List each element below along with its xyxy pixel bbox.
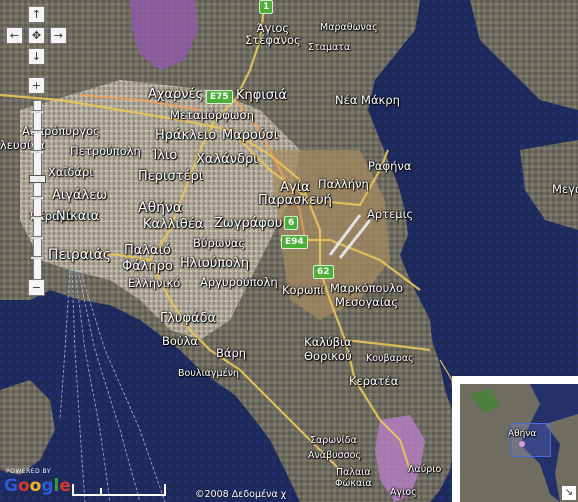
- label-marousi: Μαρούσι: [222, 128, 279, 143]
- label-pireas: Πειραιάς: [48, 247, 112, 263]
- label-rafina: Ραφήνα: [368, 159, 412, 173]
- label-metamorfosi: Μεταμόρφωση: [170, 108, 255, 122]
- label-kalyvia: Καλύβια Θορικού: [304, 335, 352, 364]
- scale-bar: [72, 484, 166, 496]
- google-logo[interactable]: Google: [4, 476, 71, 496]
- pan-right-button[interactable]: →: [50, 27, 67, 44]
- copyright-text: ©2008 Δεδομένα χ: [195, 489, 287, 500]
- scale-bar-tick: [100, 488, 102, 496]
- label-zografou: Ζωγράφου: [214, 216, 283, 231]
- overview-toggle-button[interactable]: ↘: [562, 486, 576, 500]
- label-saronida: Σαρωνίδα: [310, 435, 357, 446]
- label-palaia-fokaia: Παλαια Φώκαια: [335, 467, 372, 490]
- road-shield-e75: E75: [206, 90, 233, 104]
- label-vouliagmeni: Βουλιαγμένη: [178, 368, 240, 379]
- label-keratea: Κερατέα: [349, 374, 399, 388]
- label-ilio: Ίλιο: [152, 148, 178, 163]
- label-nikaia: Νίκαια: [56, 209, 100, 224]
- label-marathonas: Μαραθωνας: [320, 22, 378, 33]
- zoom-tick: [31, 256, 43, 259]
- label-athina: Αθήνα: [138, 200, 183, 216]
- zoom-slider-track[interactable]: [33, 100, 42, 280]
- overview-map-view[interactable]: Αθήνα: [460, 384, 578, 502]
- label-pallini: Παλλήνη: [318, 177, 369, 191]
- overview-label-athina: Αθήνα: [508, 429, 537, 439]
- label-peristeri: Περιστέρι: [138, 169, 204, 184]
- zoom-slider-thumb[interactable]: [29, 175, 46, 183]
- label-kifisia: Κηφισιά: [236, 88, 287, 103]
- pan-center-button[interactable]: ✥: [28, 27, 45, 44]
- road-shield-e94: E94: [281, 235, 308, 249]
- label-petroupoli: Πετρούπολη: [70, 144, 141, 158]
- zoom-in-button[interactable]: +: [28, 77, 45, 94]
- label-paleo-faliro: Παλαιό Φάληρο: [122, 243, 173, 275]
- label-nea-makri: Νέα Μάκρη: [335, 93, 400, 107]
- label-agios: Αγιος: [390, 487, 417, 498]
- map-view[interactable]: Άγιος Στέφανος Σταματα Μαραθωνας Αχαρνές…: [0, 0, 578, 502]
- pan-up-button[interactable]: ↑: [28, 6, 45, 23]
- label-aigaleo: Αιγάλεω: [52, 188, 108, 203]
- label-chalandri: Χαλάνδρι: [196, 152, 258, 167]
- label-vari: Βάρη: [216, 346, 247, 360]
- zoom-tick: [31, 150, 43, 153]
- overview-map[interactable]: Αθήνα: [452, 376, 578, 502]
- label-ilioupoli: Ηλιούπολη: [180, 256, 250, 271]
- label-voula: Βούλα: [162, 334, 198, 348]
- powered-by-text: POWERED BY: [6, 468, 52, 475]
- zoom-out-button[interactable]: −: [28, 279, 45, 296]
- label-artemis: Αρτεμις: [367, 207, 414, 221]
- pan-left-button[interactable]: ←: [6, 27, 23, 44]
- label-koropi: Κορωπί: [282, 283, 325, 297]
- road-shield-6: 6: [284, 216, 299, 230]
- label-anavyssos: Ανάβυσσος: [308, 450, 362, 461]
- pan-down-button[interactable]: ↓: [28, 48, 45, 65]
- zoom-tick: [31, 130, 43, 133]
- label-argyroupoli: Αργυρούπολη: [200, 275, 278, 289]
- label-stamata: Σταματα: [308, 42, 351, 53]
- label-kouvaras: Κουβαρας: [366, 353, 414, 364]
- zoom-tick: [31, 110, 43, 113]
- zoom-tick: [31, 216, 43, 219]
- label-elliniko: Ελληνικό: [128, 276, 181, 290]
- label-kallithea: Καλλιθέα: [143, 217, 204, 232]
- label-agios-stefanos: Άγιος Στέφανος: [245, 21, 301, 47]
- label-acharnes: Αχαρνές: [148, 87, 204, 102]
- label-irakleio: Ηράκλειο: [155, 128, 217, 143]
- label-lavrio: Λαύριο: [408, 464, 442, 475]
- road-shield-62: 62: [313, 265, 334, 279]
- zoom-tick: [31, 236, 43, 239]
- label-markopoulo: Μαρκόπουλο Μεσογαίας: [330, 281, 404, 310]
- label-chaidari: Χαϊδάρι: [48, 165, 94, 179]
- label-megara: Μεγα: [552, 182, 578, 196]
- zoom-tick: [31, 196, 43, 199]
- road-shield-1: 1: [259, 0, 274, 14]
- label-glyfada: Γλυφάδα: [160, 311, 217, 326]
- label-vyronas: Βύρωνας: [193, 236, 246, 250]
